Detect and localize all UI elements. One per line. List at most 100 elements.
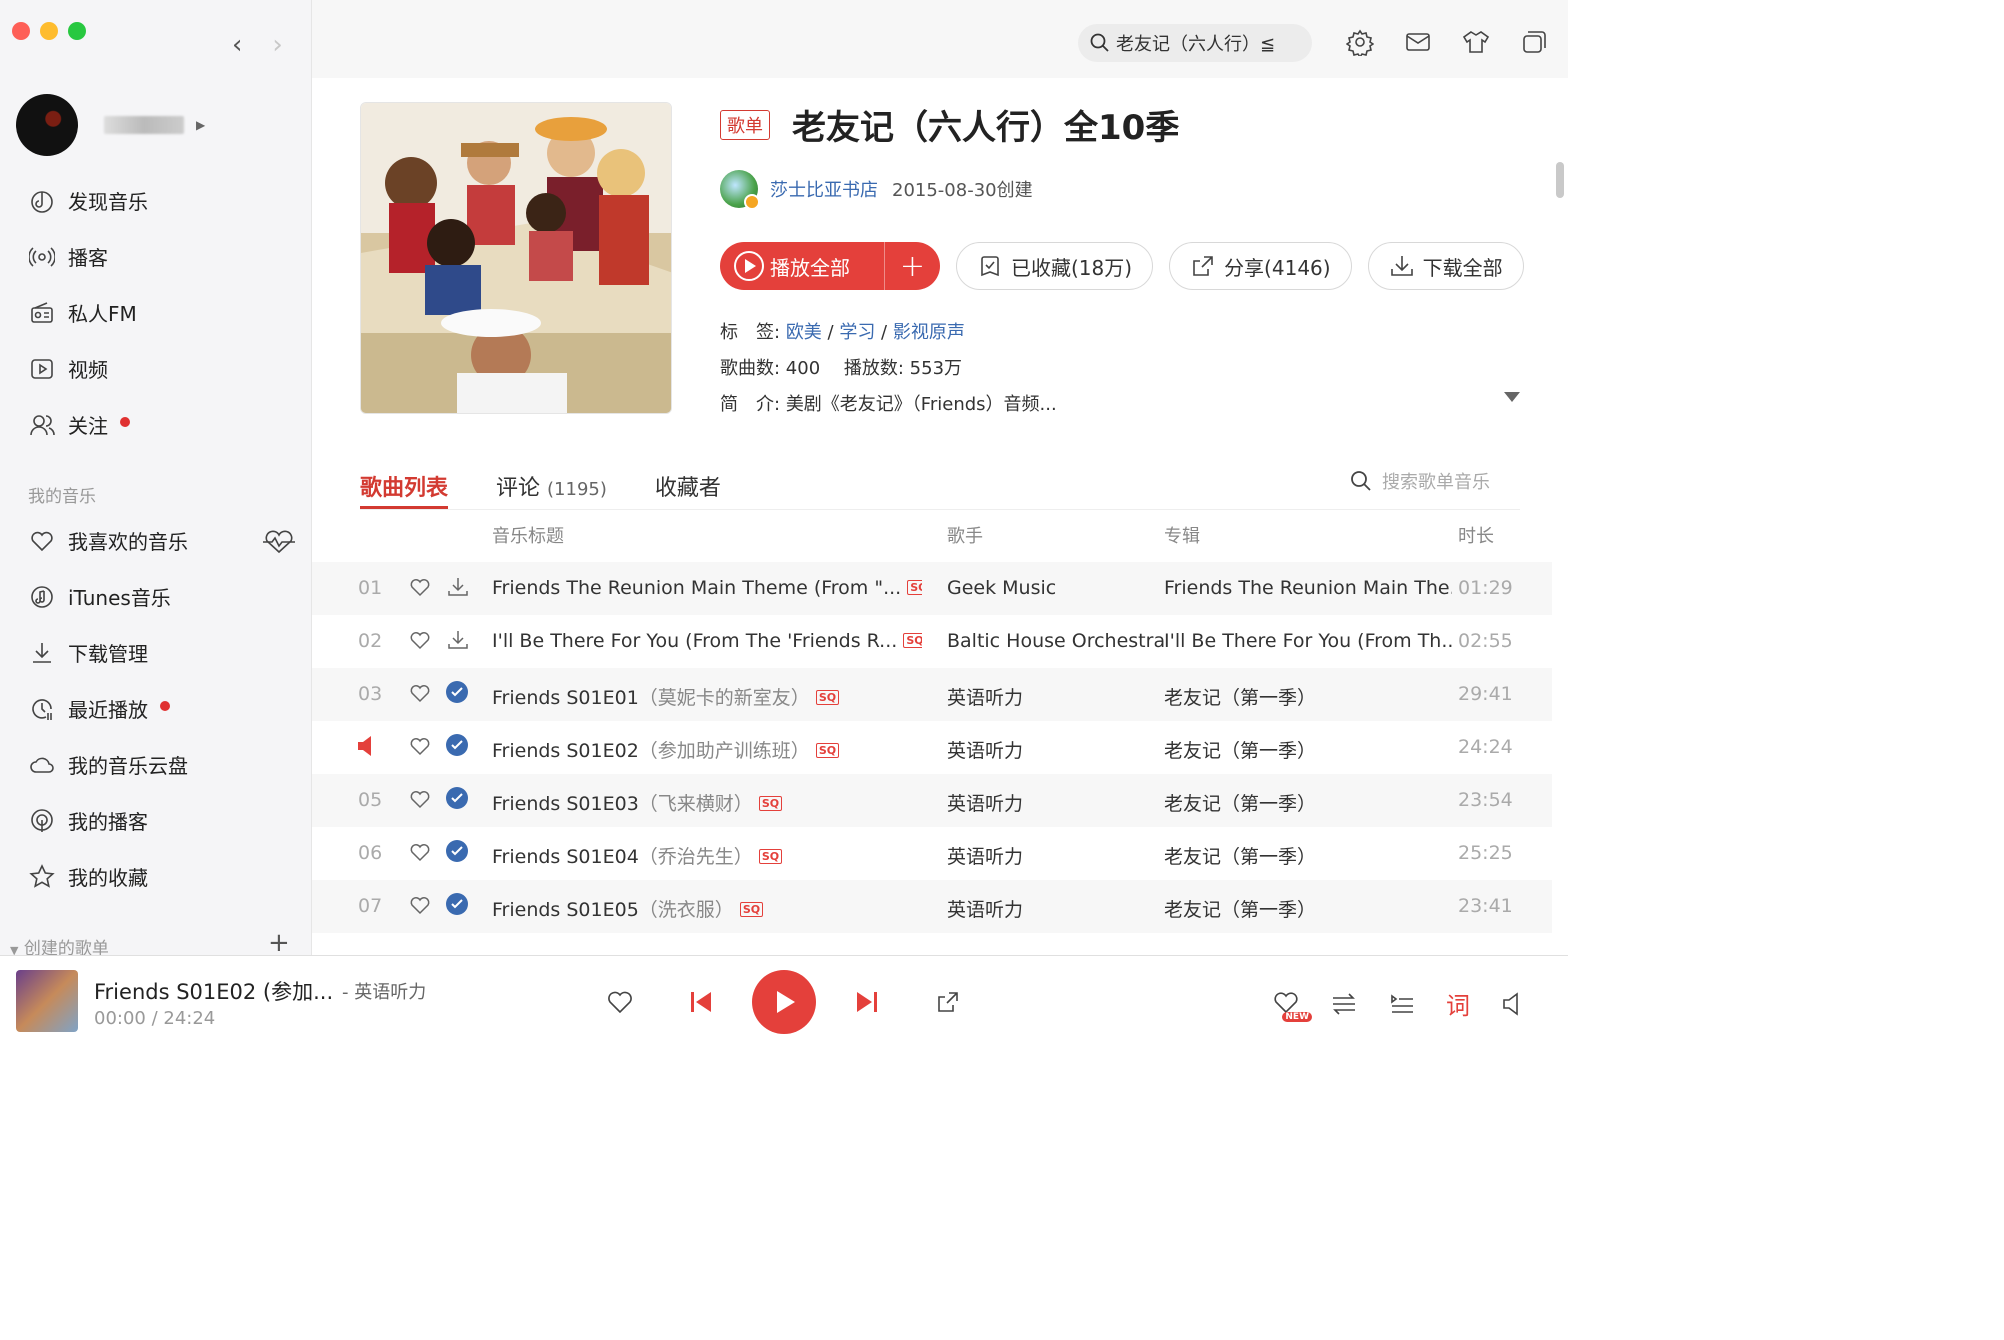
search-icon <box>1090 33 1109 52</box>
back-arrow-icon[interactable]: ‹ <box>232 30 242 60</box>
play-button[interactable] <box>752 970 816 1034</box>
track-artist[interactable]: 英语听力 <box>947 789 1023 816</box>
track-duration: 25:25 <box>1458 842 1513 864</box>
sidebar-item-discover[interactable]: 发现音乐 <box>28 186 148 215</box>
track-artist[interactable]: Baltic House Orchestra <box>947 630 1165 652</box>
previous-track-icon[interactable] <box>680 989 722 1015</box>
heartbeat-mode-icon[interactable]: NEW <box>1272 988 1312 1022</box>
now-playing-artist[interactable]: - 英语听力 <box>342 978 426 1004</box>
tab-songs[interactable]: 歌曲列表 <box>360 458 449 509</box>
expand-intro-icon[interactable] <box>1504 392 1520 402</box>
sidebar-item-cloud[interactable]: 我的音乐云盘 <box>28 750 188 779</box>
track-artist[interactable]: Geek Music <box>947 577 1056 599</box>
now-playing-cover[interactable] <box>16 970 78 1032</box>
share-button[interactable]: 分享(4146) <box>1169 242 1352 290</box>
sidebar-item-recent[interactable]: 最近播放 <box>28 694 170 723</box>
search-input[interactable]: 老友记（六人行）≦ <box>1078 24 1312 62</box>
play-mode-loop-icon[interactable] <box>1330 990 1358 1018</box>
next-track-icon[interactable] <box>846 989 888 1015</box>
now-playing-title[interactable]: Friends S01E02 (参加... <box>94 976 333 1006</box>
track-artist[interactable]: 英语听力 <box>947 842 1023 869</box>
section-title-created[interactable]: ▼ 创建的歌单 <box>10 934 109 955</box>
creator-name-link[interactable]: 莎士比亚书店 <box>770 176 878 202</box>
column-header-duration[interactable]: 时长 <box>1458 522 1494 548</box>
table-row[interactable]: 02 I'll Be There For You (From The 'Frie… <box>312 615 1552 668</box>
tab-comments[interactable]: 评论 (1195) <box>496 458 607 509</box>
avatar[interactable] <box>16 94 78 156</box>
track-album[interactable]: I'll Be There For You (From Th... <box>1164 630 1452 652</box>
minimize-window-button[interactable] <box>40 22 58 40</box>
playlist-cover-image[interactable] <box>360 102 672 414</box>
track-album[interactable]: 老友记（第一季） <box>1164 842 1452 869</box>
forward-arrow-icon[interactable]: › <box>272 30 282 60</box>
sidebar-item-fm[interactable]: 私人FM <box>28 298 137 327</box>
lyrics-button[interactable]: 词 <box>1446 986 1470 1021</box>
sidebar-item-liked[interactable]: 我喜欢的音乐 <box>28 526 188 555</box>
table-row[interactable]: 01 Friends The Reunion Main Theme (From … <box>312 562 1552 615</box>
track-artist[interactable]: 英语听力 <box>947 736 1023 763</box>
column-header-album[interactable]: 专辑 <box>1164 522 1200 548</box>
gear-icon[interactable] <box>1346 28 1374 56</box>
like-heart-icon[interactable] <box>408 734 432 763</box>
like-heart-icon[interactable] <box>408 893 432 922</box>
user-profile[interactable]: ▶ <box>16 94 205 156</box>
play-count: 播放数: 553万 <box>843 358 963 379</box>
zoom-window-button[interactable] <box>68 22 86 40</box>
close-window-button[interactable] <box>12 22 30 40</box>
sidebar-item-my-podcast[interactable]: 我的播客 <box>28 806 148 835</box>
heartbeat-mode-icon[interactable] <box>262 530 296 558</box>
like-heart-icon[interactable] <box>408 681 432 710</box>
like-heart-icon[interactable] <box>408 575 432 604</box>
track-artist[interactable]: 英语听力 <box>947 683 1023 710</box>
mini-mode-icon[interactable] <box>1520 28 1548 56</box>
table-row[interactable]: 07 Friends S01E05（洗衣服） SQ 英语听力 老友记（第一季） 2… <box>312 880 1552 933</box>
table-row[interactable]: 06 Friends S01E04（乔治先生） SQ 英语听力 老友记（第一季） … <box>312 827 1552 880</box>
like-heart-icon[interactable] <box>600 987 640 1017</box>
table-row[interactable]: 03 Friends S01E01（莫妮卡的新室友） SQ 英语听力 老友记（第一… <box>312 668 1552 721</box>
sidebar-item-collection[interactable]: 我的收藏 <box>28 862 148 891</box>
track-album[interactable]: 老友记（第一季） <box>1164 683 1452 710</box>
track-number: 03 <box>358 683 383 705</box>
caret-right-icon[interactable]: ▶ <box>196 118 205 132</box>
collected-button[interactable]: 已收藏(18万) <box>956 242 1154 290</box>
table-row[interactable]: 05 Friends S01E03（飞来横财） SQ 英语听力 老友记（第一季） … <box>312 774 1552 827</box>
playlist-search-input[interactable]: 搜索歌单音乐 <box>1350 468 1490 494</box>
tag-link[interactable]: 学习 <box>839 322 875 343</box>
download-icon[interactable] <box>446 575 470 604</box>
mail-icon[interactable] <box>1404 28 1432 56</box>
download-icon[interactable] <box>446 628 470 657</box>
like-heart-icon[interactable] <box>408 840 432 869</box>
like-heart-icon[interactable] <box>408 787 432 816</box>
tab-collectors[interactable]: 收藏者 <box>655 458 721 509</box>
playlist-queue-icon[interactable] <box>1388 990 1416 1018</box>
like-heart-icon[interactable] <box>408 628 432 657</box>
track-album[interactable]: 老友记（第一季） <box>1164 895 1452 922</box>
track-artist[interactable]: 英语听力 <box>947 895 1023 922</box>
table-row-playing[interactable]: Friends S01E02（参加助产训练班） SQ 英语听力 老友记（第一季） … <box>312 721 1552 774</box>
sidebar-item-video[interactable]: 视频 <box>28 354 108 383</box>
skin-shirt-icon[interactable] <box>1462 28 1490 56</box>
scrollbar[interactable] <box>1556 162 1564 198</box>
volume-icon[interactable] <box>1500 990 1528 1018</box>
share-icon[interactable] <box>928 989 968 1015</box>
track-album[interactable]: 老友记（第一季） <box>1164 736 1452 763</box>
track-album[interactable]: Friends The Reunion Main The... <box>1164 577 1452 599</box>
username-blurred[interactable] <box>104 116 184 134</box>
add-to-queue-plus-icon[interactable]: + <box>884 242 940 290</box>
creator-avatar[interactable] <box>720 170 760 210</box>
sidebar-item-follow[interactable]: 关注 <box>28 410 130 439</box>
track-album[interactable]: 老友记（第一季） <box>1164 789 1452 816</box>
download-all-button[interactable]: 下载全部 <box>1367 242 1524 290</box>
new-badge: NEW <box>1282 1011 1312 1022</box>
tag-link[interactable]: 欧美 <box>786 322 822 343</box>
sidebar-item-downloads[interactable]: 下载管理 <box>28 638 148 667</box>
sidebar-item-label: 我喜欢的音乐 <box>68 530 188 554</box>
sidebar-item-podcast[interactable]: 播客 <box>28 242 108 271</box>
tag-link[interactable]: 影视原声 <box>893 322 965 343</box>
play-all-button[interactable]: 播放全部 + <box>720 242 940 290</box>
caret-down-icon: ▼ <box>10 944 19 955</box>
sidebar-item-itunes[interactable]: iTunes音乐 <box>28 582 171 611</box>
column-header-title[interactable]: 音乐标题 <box>492 522 564 548</box>
create-playlist-plus-icon[interactable]: + <box>268 928 290 955</box>
column-header-artist[interactable]: 歌手 <box>947 522 983 548</box>
